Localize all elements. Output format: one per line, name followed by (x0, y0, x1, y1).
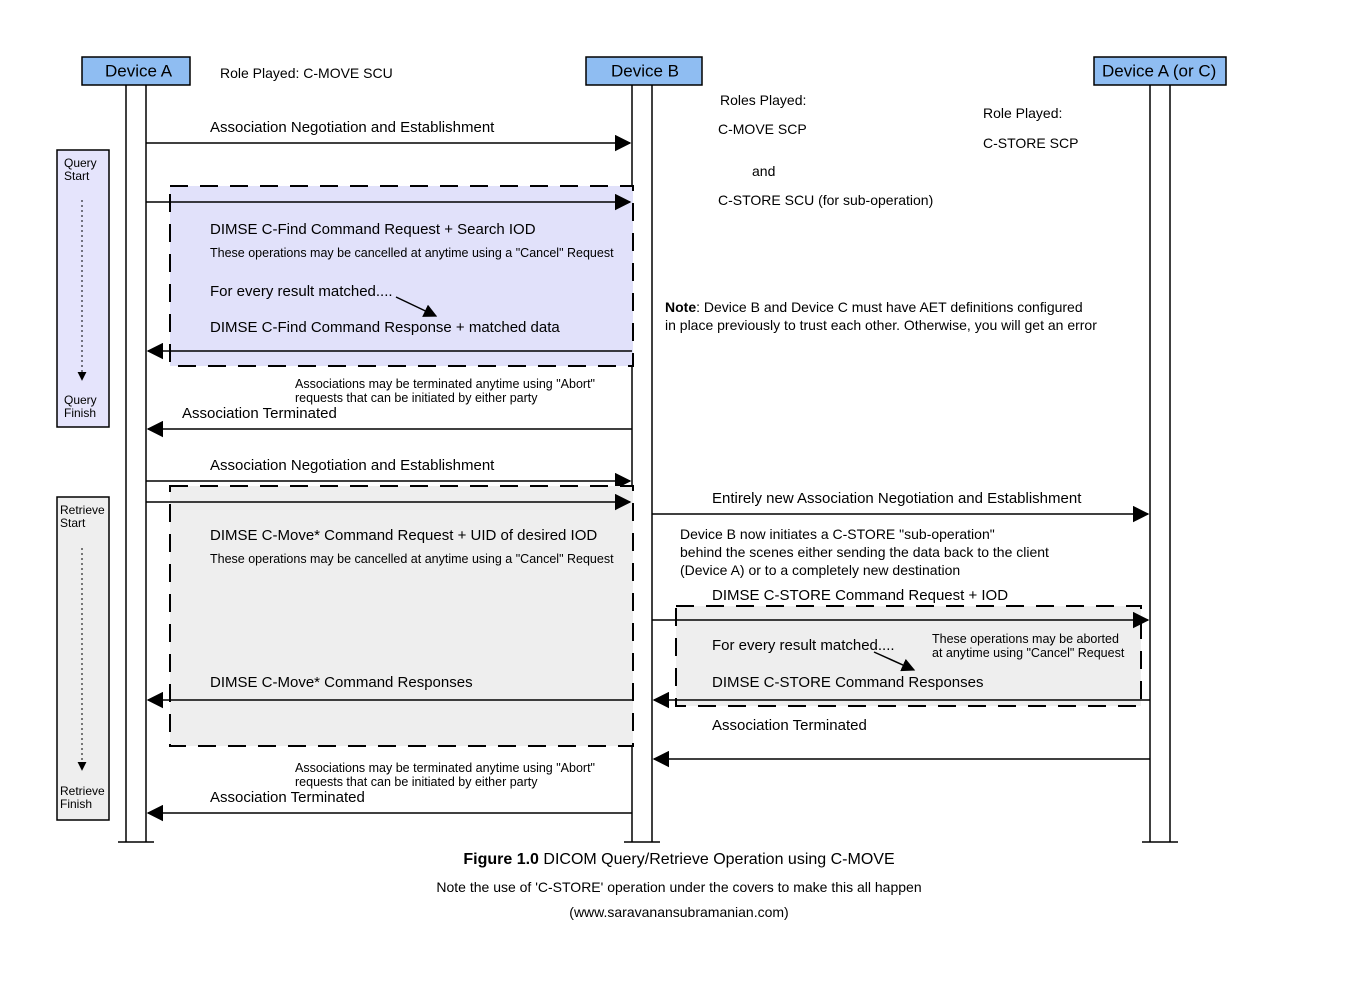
sequence-diagram: Device A Device B Device A (or C) Role P… (0, 0, 1359, 986)
msg-new-assoc: Entirely new Association Negotiation and… (652, 490, 1148, 514)
svg-text:Figure 1.0 DICOM Query/Retriev: Figure 1.0 DICOM Query/Retrieve Operatio… (463, 851, 894, 868)
svg-text:Role Played:: Role Played: (983, 105, 1062, 121)
svg-text:Retrieve: Retrieve (60, 503, 105, 517)
cstore-for-every: For every result matched.... (712, 637, 895, 654)
participant-device-a: Device A (82, 57, 190, 85)
svg-text:Device A: Device A (105, 62, 173, 81)
svg-text:Query: Query (64, 156, 97, 170)
svg-text:requests that can be initiated: requests that can be initiated by either… (295, 775, 538, 789)
phase-retrieve: Retrieve Start Retrieve Finish (57, 497, 109, 820)
svg-text:C-STORE SCP: C-STORE SCP (983, 135, 1078, 151)
svg-text:Finish: Finish (60, 797, 92, 811)
svg-text:Association Terminated: Association Terminated (182, 405, 337, 422)
msg-assoc-est-2: Association Negotiation and Establishmen… (146, 457, 630, 481)
svg-text:Device B now initiates a C-STO: Device B now initiates a C-STORE "sub-op… (680, 526, 995, 542)
svg-text:Finish: Finish (64, 406, 96, 420)
cfind-for-every: For every result matched.... (210, 283, 393, 300)
lifeline-device-a-or-c (1142, 85, 1178, 842)
svg-text:Association Negotiation and Es: Association Negotiation and Establishmen… (210, 119, 495, 136)
svg-text:Note the use of 'C-STORE' oper: Note the use of 'C-STORE' operation unde… (436, 879, 921, 895)
cfind-cancel-note: These operations may be cancelled at any… (210, 246, 614, 260)
cfind-block (170, 186, 633, 366)
msg-assoc-term-right: Association Terminated (654, 717, 1150, 759)
svg-text:Device A (or C): Device A (or C) (1102, 62, 1216, 81)
participant-device-b: Device B (586, 57, 702, 85)
svg-text:behind the scenes either sendi: behind the scenes either sending the dat… (680, 544, 1049, 560)
svg-text:Start: Start (60, 516, 86, 530)
cfind-resp-label: DIMSE C-Find Command Response + matched … (210, 319, 560, 336)
svg-text:Association Terminated: Association Terminated (712, 717, 867, 734)
svg-text:(Device A) or to a completely: (Device A) or to a completely new destin… (680, 562, 960, 578)
cmove-req-label: DIMSE C-Move* Command Request + UID of d… (210, 527, 597, 544)
role-left: Role Played: C-MOVE SCU (220, 65, 393, 81)
svg-text:Note: Device B and Device C mu: Note: Device B and Device C must have AE… (665, 299, 1083, 315)
svg-text:Entirely new Association Negot: Entirely new Association Negotiation and… (712, 490, 1082, 507)
svg-text:C-MOVE SCP: C-MOVE SCP (718, 121, 807, 137)
svg-text:at anytime using "Cancel" Requ: at anytime using "Cancel" Request (932, 646, 1125, 660)
cstore-cancel-note: These operations may be aborted at anyti… (932, 632, 1125, 660)
role-center: Roles Played: C-MOVE SCP and C-STORE SCU… (718, 92, 933, 208)
svg-text:Associations may be terminated: Associations may be terminated anytime u… (295, 377, 595, 391)
lifeline-device-a (118, 85, 154, 842)
svg-text:and: and (752, 163, 775, 179)
msg-assoc-term-1: Association Terminated (148, 405, 632, 429)
side-note: Note: Device B and Device C must have AE… (665, 299, 1097, 333)
svg-text:in place previously to trust e: in place previously to trust each other.… (665, 317, 1097, 333)
participant-device-a-or-c: Device A (or C) (1094, 57, 1226, 85)
phase-query: Query Start Query Finish (57, 150, 109, 427)
svg-text:Device B: Device B (611, 62, 679, 81)
svg-text:DIMSE C-STORE Command Response: DIMSE C-STORE Command Responses (712, 674, 983, 691)
svg-text:Association Negotiation and Es: Association Negotiation and Establishmen… (210, 457, 495, 474)
figure-caption: Figure 1.0 DICOM Query/Retrieve Operatio… (436, 851, 921, 920)
svg-text:DIMSE C-STORE Command Request: DIMSE C-STORE Command Request + IOD (712, 587, 1008, 604)
cmove-cancel-note: These operations may be cancelled at any… (210, 552, 614, 566)
svg-text:Roles Played:: Roles Played: (720, 92, 806, 108)
svg-text:(www.saravanansubramanian.com): (www.saravanansubramanian.com) (569, 904, 788, 920)
cmove-resp-label: DIMSE C-Move* Command Responses (210, 674, 473, 691)
svg-text:C-STORE SCU (for sub-operation: C-STORE SCU (for sub-operation) (718, 192, 933, 208)
svg-text:Associations may be terminated: Associations may be terminated anytime u… (295, 761, 595, 775)
role-right: Role Played: C-STORE SCP (983, 105, 1078, 151)
msg-assoc-est-1: Association Negotiation and Establishmen… (146, 119, 630, 143)
abort-note-1: Associations may be terminated anytime u… (295, 377, 595, 405)
svg-text:requests that can be initiated: requests that can be initiated by either… (295, 391, 538, 405)
msg-assoc-term-2: Association Terminated (148, 789, 632, 813)
sub-op-note: Device B now initiates a C-STORE "sub-op… (680, 526, 1049, 578)
svg-text:These operations may be aborte: These operations may be aborted (932, 632, 1119, 646)
cfind-req-label: DIMSE C-Find Command Request + Search IO… (210, 221, 536, 238)
svg-text:Start: Start (64, 169, 90, 183)
svg-text:Query: Query (64, 393, 97, 407)
abort-note-2: Associations may be terminated anytime u… (295, 761, 595, 789)
svg-text:Retrieve: Retrieve (60, 784, 105, 798)
svg-text:Association Terminated: Association Terminated (210, 789, 365, 806)
cmove-block (170, 486, 633, 746)
